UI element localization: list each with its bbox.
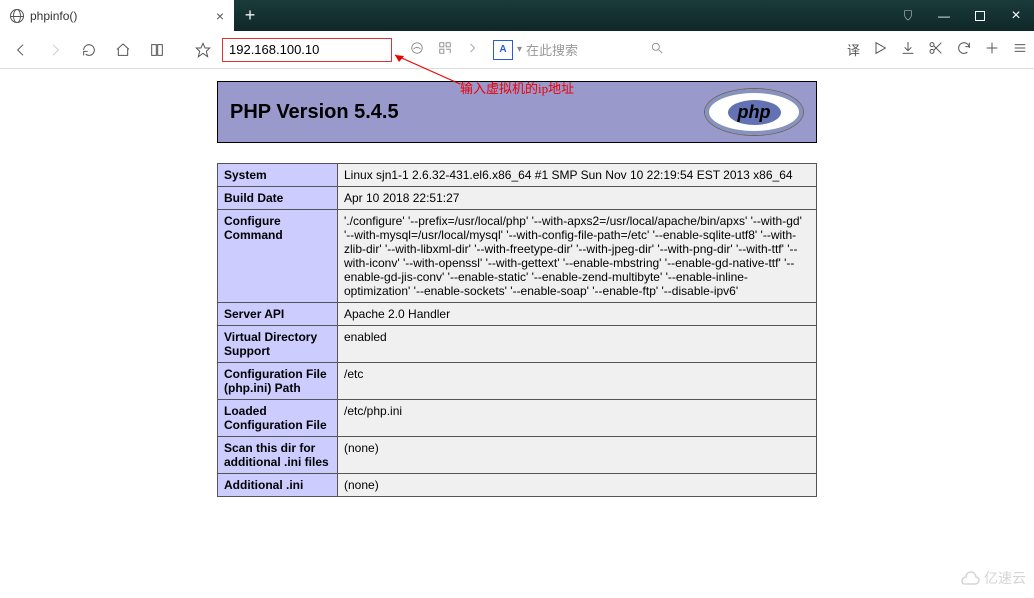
row-value: './configure' '--prefix=/usr/local/php' … [338, 210, 817, 303]
translate-button[interactable]: 译 [847, 40, 860, 59]
undo-icon[interactable] [956, 40, 972, 59]
search-box[interactable]: A ▾ 在此搜索 [492, 38, 665, 62]
new-tab-button[interactable]: + [234, 0, 266, 31]
row-value: Apache 2.0 Handler [338, 303, 817, 326]
row-key: Loaded Configuration File [218, 400, 338, 437]
row-key: Server API [218, 303, 338, 326]
browser-toolbar: A ▾ 在此搜索 译 [0, 31, 1034, 69]
row-key: System [218, 164, 338, 187]
table-row: SystemLinux sjn1-1 2.6.32-431.el6.x86_64… [218, 164, 817, 187]
pin-icon[interactable] [890, 0, 926, 31]
row-key: Configuration File (php.ini) Path [218, 363, 338, 400]
close-window-button[interactable]: × [998, 0, 1034, 31]
row-value: /etc [338, 363, 817, 400]
globe-icon [10, 9, 24, 23]
table-row: Virtual Directory Supportenabled [218, 326, 817, 363]
table-row: Build DateApr 10 2018 22:51:27 [218, 187, 817, 210]
search-engine-select[interactable]: A [493, 40, 513, 60]
phpinfo-table: SystemLinux sjn1-1 2.6.32-431.el6.x86_64… [217, 163, 817, 497]
window-controls: — × [890, 0, 1034, 31]
row-key: Configure Command [218, 210, 338, 303]
row-key: Virtual Directory Support [218, 326, 338, 363]
search-placeholder: 在此搜索 [526, 40, 646, 59]
menu-icon[interactable] [1012, 40, 1028, 59]
table-row: Configure Command'./configure' '--prefix… [218, 210, 817, 303]
toolbar-mid-icons [410, 41, 478, 58]
row-value: enabled [338, 326, 817, 363]
home-button[interactable] [108, 35, 138, 65]
table-row: Additional .ini(none) [218, 474, 817, 497]
row-value: (none) [338, 474, 817, 497]
php-version-title: PHP Version 5.4.5 [230, 101, 399, 124]
row-value: (none) [338, 437, 817, 474]
compat-icon[interactable] [410, 41, 424, 58]
minimize-button[interactable]: — [926, 0, 962, 31]
table-row: Loaded Configuration File/etc/php.ini [218, 400, 817, 437]
search-icon[interactable] [650, 41, 664, 58]
row-value: Linux sjn1-1 2.6.32-431.el6.x86_64 #1 SM… [338, 164, 817, 187]
qr-icon[interactable] [438, 41, 452, 58]
row-key: Build Date [218, 187, 338, 210]
php-logo: php [704, 88, 804, 136]
chevron-down-icon[interactable]: ▾ [517, 44, 522, 55]
table-row: Scan this dir for additional .ini files(… [218, 437, 817, 474]
play-icon[interactable] [872, 40, 888, 59]
download-icon[interactable] [900, 40, 916, 59]
phpinfo-header: PHP Version 5.4.5 php [217, 81, 817, 143]
back-button[interactable] [6, 35, 36, 65]
scissors-icon[interactable] [928, 40, 944, 59]
maximize-button[interactable] [962, 0, 998, 31]
close-tab-icon[interactable]: × [216, 8, 224, 24]
row-key: Scan this dir for additional .ini files [218, 437, 338, 474]
table-row: Server APIApache 2.0 Handler [218, 303, 817, 326]
tab-bar: phpinfo() × + — × [0, 0, 1034, 31]
favorite-icon[interactable] [188, 35, 218, 65]
address-bar[interactable] [222, 38, 392, 62]
chevron-right-icon[interactable] [466, 42, 478, 57]
reload-button[interactable] [74, 35, 104, 65]
page-content: PHP Version 5.4.5 php SystemLinux sjn1-1… [0, 69, 1034, 497]
forward-button[interactable] [40, 35, 70, 65]
add-icon[interactable] [984, 40, 1000, 59]
table-row: Configuration File (php.ini) Path/etc [218, 363, 817, 400]
tab-title: phpinfo() [30, 9, 210, 23]
browser-tab[interactable]: phpinfo() × [0, 0, 234, 31]
row-value: Apr 10 2018 22:51:27 [338, 187, 817, 210]
reader-button[interactable] [142, 35, 172, 65]
watermark: 亿速云 [956, 566, 1026, 590]
toolbar-right: 译 [847, 40, 1028, 59]
row-value: /etc/php.ini [338, 400, 817, 437]
row-key: Additional .ini [218, 474, 338, 497]
